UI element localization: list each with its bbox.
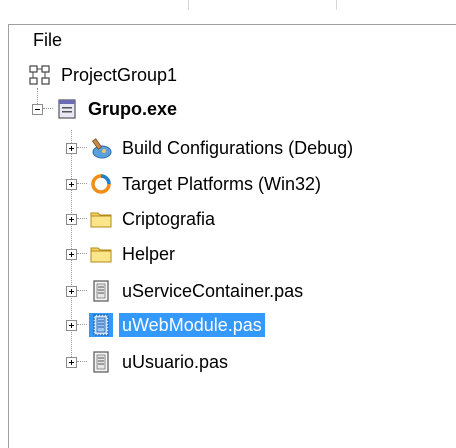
tree-connector (77, 183, 87, 185)
folder-icon (90, 212, 112, 228)
tree-node-label: uServiceContainer.pas (122, 281, 304, 301)
file-menu[interactable]: File (33, 30, 62, 51)
exe-project-icon (58, 99, 76, 119)
tree-connector (77, 361, 87, 363)
tree-connector (77, 218, 87, 220)
project-group-icon (29, 65, 50, 85)
tree-node-build-configurations[interactable]: Build Configurations (Debug) (66, 135, 356, 161)
expand-icon[interactable] (66, 356, 77, 368)
tree-node-file-uusuario[interactable]: uUsuario.pas (66, 349, 231, 375)
column-divider (188, 0, 189, 10)
expand-icon[interactable] (66, 285, 77, 297)
tree-node-file-uwebmodule[interactable]: uWebModule.pas (66, 312, 265, 338)
tree-connector (77, 290, 87, 292)
expand-icon[interactable] (66, 213, 77, 225)
tree-connector (43, 108, 53, 110)
column-header-strip (0, 0, 456, 22)
expand-icon[interactable] (66, 142, 77, 154)
column-divider (336, 0, 337, 10)
pas-file-icon (89, 313, 113, 337)
pas-file-icon (93, 351, 109, 373)
tree-node-folder-criptografia[interactable]: Criptografia (66, 206, 218, 232)
tree-node-label: uUsuario.pas (122, 352, 229, 372)
collapse-icon[interactable] (32, 103, 43, 115)
tree-node-label: Criptografia (122, 209, 216, 229)
tree-node-label: ProjectGroup1 (61, 65, 178, 85)
expand-icon[interactable] (66, 319, 77, 331)
tree-node-project[interactable]: Grupo.exe (32, 96, 180, 122)
tree-node-target-platforms[interactable]: Target Platforms (Win32) (66, 171, 324, 197)
target-platform-icon (91, 174, 111, 194)
pas-file-icon (93, 280, 109, 302)
tree-node-folder-helper[interactable]: Helper (66, 241, 178, 267)
tree-connector (77, 147, 87, 149)
tree-node-label: Target Platforms (Win32) (122, 174, 322, 194)
tree-connector (77, 253, 87, 255)
folder-icon (90, 247, 112, 263)
build-config-icon (91, 138, 112, 159)
tree-node-label: Helper (122, 244, 176, 264)
tree-connector (77, 324, 87, 326)
expand-icon[interactable] (66, 178, 77, 190)
tree-node-label: uWebModule.pas (119, 313, 265, 337)
expand-icon[interactable] (66, 248, 77, 260)
tree-node-label: Build Configurations (Debug) (122, 138, 354, 158)
tree-node-project-group[interactable]: ProjectGroup1 (28, 62, 180, 88)
tree-node-label: Grupo.exe (88, 99, 178, 119)
project-manager-window: File ProjectGroup1 Grupo.exe Build Confi… (0, 0, 456, 448)
tree-node-file-uservicecontainer[interactable]: uServiceContainer.pas (66, 278, 306, 304)
